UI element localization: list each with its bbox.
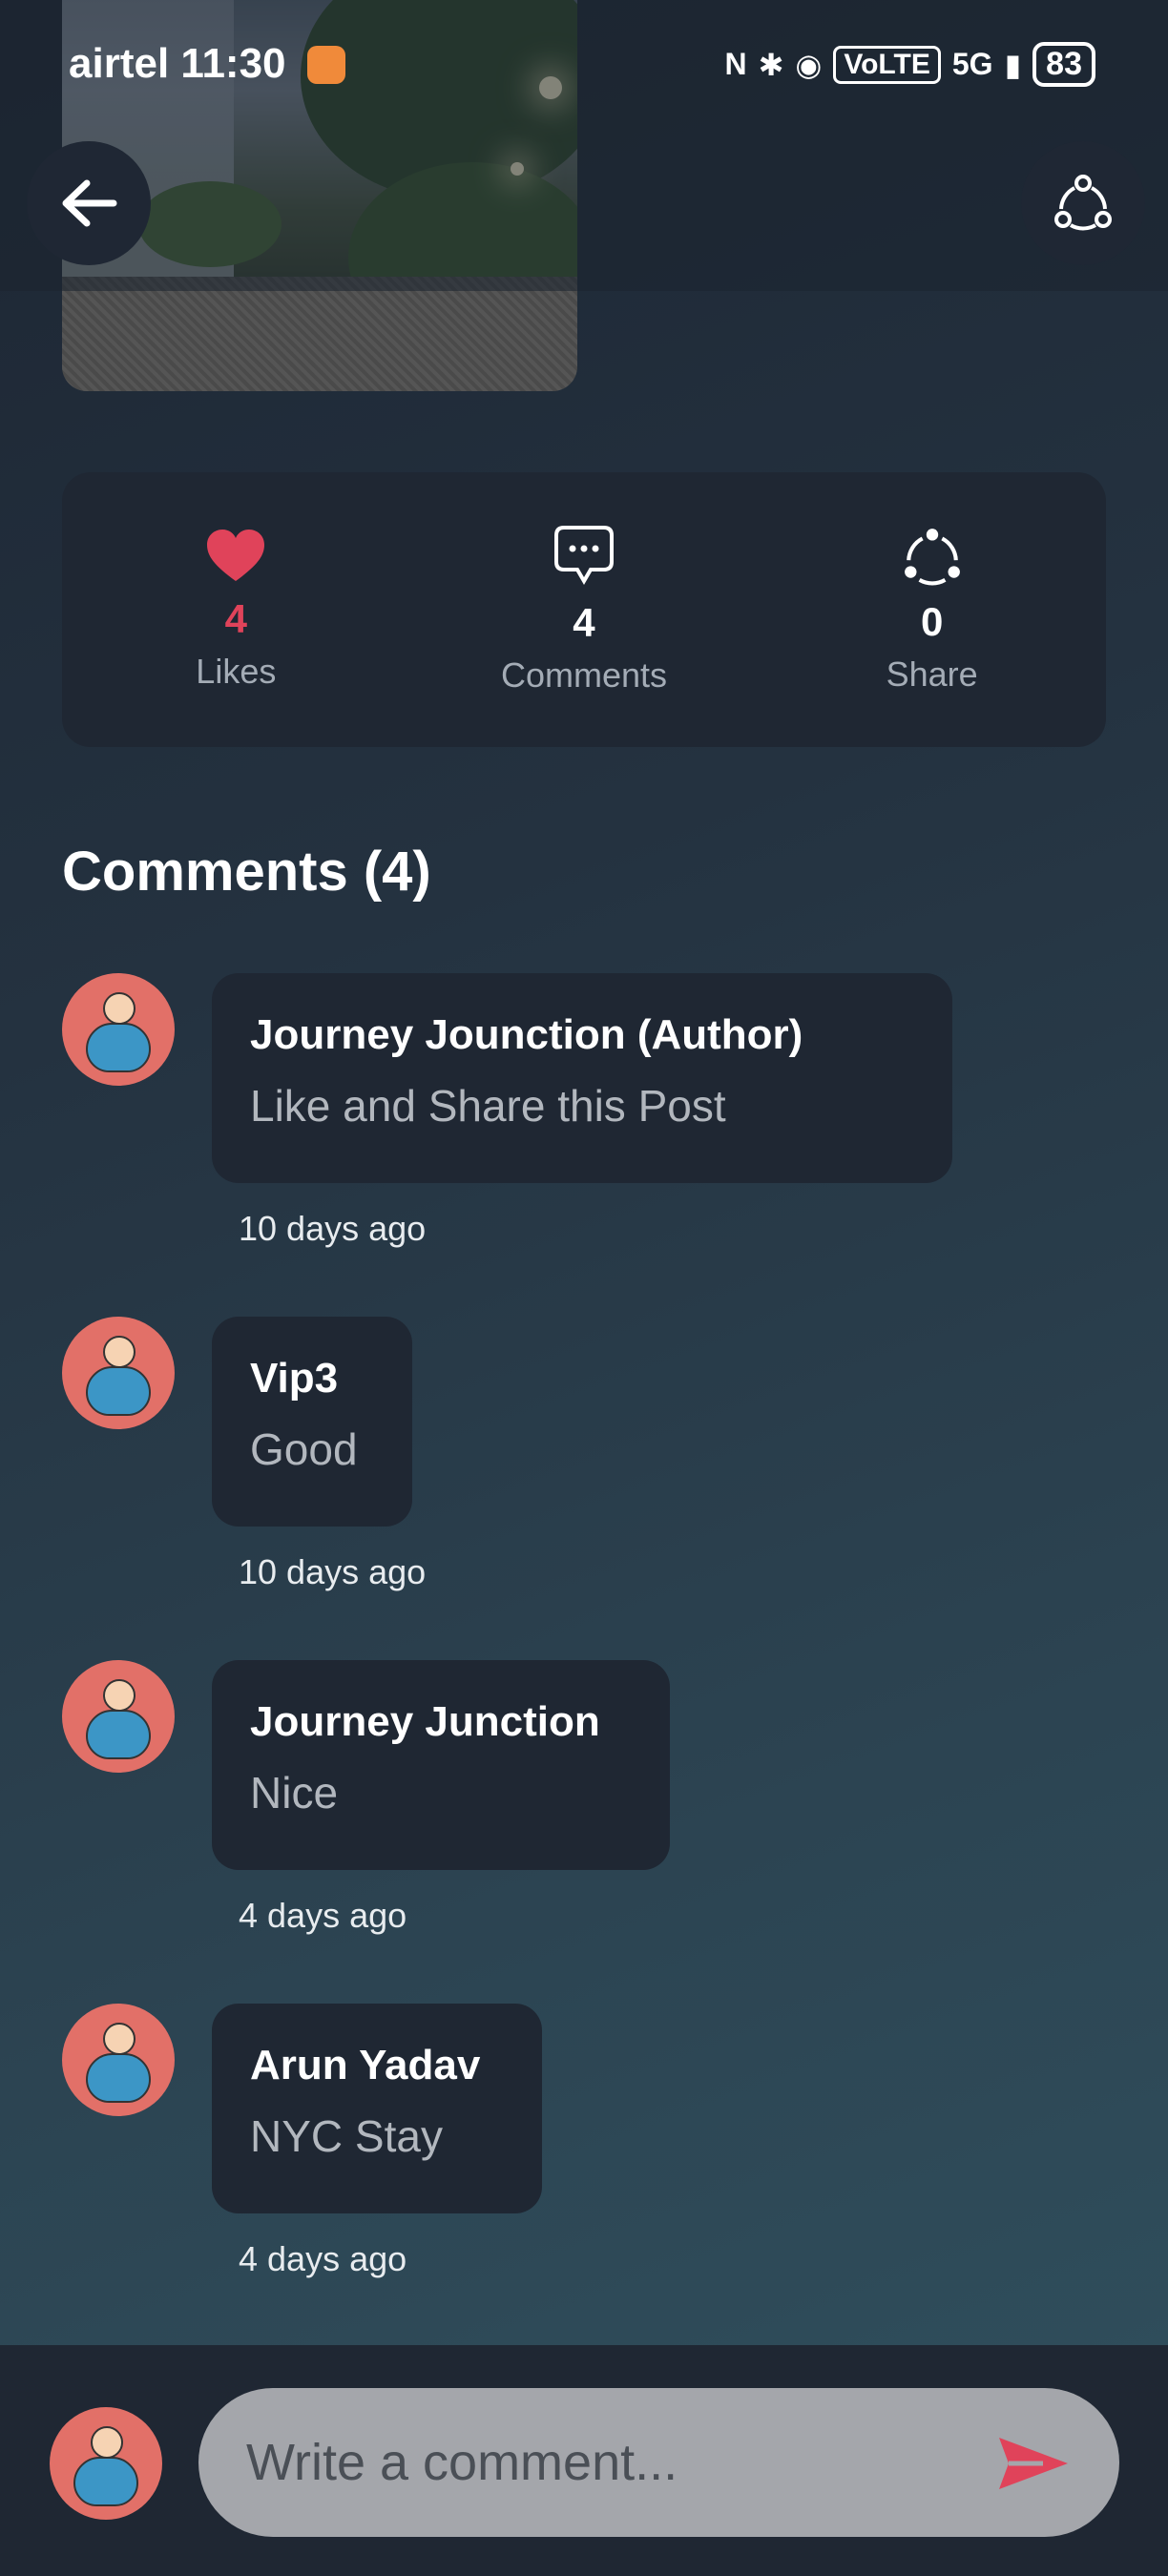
hotspot-icon: ◉ xyxy=(795,47,823,82)
avatar-icon[interactable] xyxy=(62,2004,175,2116)
back-arrow-icon xyxy=(62,179,117,227)
send-icon[interactable] xyxy=(995,2434,1072,2493)
comment-input-wrapper xyxy=(198,2388,1119,2537)
avatar-icon[interactable] xyxy=(62,973,175,1086)
share-icon xyxy=(904,529,960,586)
avatar-icon[interactable] xyxy=(62,1317,175,1429)
comment-item: Arun Yadav NYC Stay 4 days ago xyxy=(62,2004,1112,2290)
comment-text: Nice xyxy=(250,1768,339,1818)
signal-icon: ▮ xyxy=(1004,47,1022,82)
comment-bubble: Journey Jounction (Author) Like and Shar… xyxy=(212,973,952,1183)
volte-icon: VoLTE xyxy=(833,45,941,84)
system-icons: N ✱ ◉ VoLTE 5G ▮ 83 xyxy=(724,42,1095,87)
avatar-icon xyxy=(50,2407,162,2520)
comment-item: Journey Junction Nice 4 days ago xyxy=(62,1660,1112,1946)
comment-bubble: Vip3 Good xyxy=(212,1317,412,1527)
comment-time: 4 days ago xyxy=(239,1896,407,1935)
comments-count: 4 xyxy=(573,600,595,645)
comment-time: 10 days ago xyxy=(239,1552,427,1591)
battery-icon: 83 xyxy=(1032,42,1095,87)
network-icon: 5G xyxy=(951,47,993,81)
comment-time: 4 days ago xyxy=(239,2239,407,2278)
bluetooth-icon: ✱ xyxy=(758,47,784,82)
comment-text: NYC Stay xyxy=(250,2111,443,2161)
status-bar: airtel 11:30 N ✱ ◉ VoLTE 5G ▮ 83 xyxy=(0,0,1168,134)
share-count: 0 xyxy=(920,599,944,644)
nfc-icon: N xyxy=(724,47,747,81)
comment-input[interactable] xyxy=(246,2388,991,2537)
post-stats-card: 4 Likes 4 Comments 0 Share xyxy=(62,472,1106,747)
app-notification-icon xyxy=(307,46,345,84)
share-stat[interactable]: 0 Share xyxy=(789,525,1075,695)
avatar-icon[interactable] xyxy=(62,1660,175,1773)
comment-author[interactable]: Vip3 xyxy=(250,1355,374,1402)
back-button[interactable] xyxy=(27,141,151,265)
comment-icon xyxy=(553,526,614,585)
likes-label: Likes xyxy=(196,652,277,691)
comment-item: Journey Jounction (Author) Like and Shar… xyxy=(62,973,1112,1259)
comment-bubble: Arun Yadav NYC Stay xyxy=(212,2004,542,2213)
comment-author[interactable]: Journey Junction xyxy=(250,1698,632,1746)
comment-bubble: Journey Junction Nice xyxy=(212,1660,670,1870)
comment-text: Like and Share this Post xyxy=(250,1081,726,1131)
comments-stat[interactable]: 4 Comments xyxy=(441,524,727,696)
comment-time: 10 days ago xyxy=(239,1209,427,1248)
comments-label: Comments xyxy=(500,655,667,695)
share-label: Share xyxy=(886,654,978,694)
share-icon xyxy=(1054,175,1112,231)
comment-author[interactable]: Journey Jounction (Author) xyxy=(250,1011,914,1059)
heart-icon xyxy=(207,530,265,581)
likes-stat[interactable]: 4 Likes xyxy=(93,528,379,692)
comment-author[interactable]: Arun Yadav xyxy=(250,2042,504,2089)
likes-count: 4 xyxy=(224,596,247,641)
comment-item: Vip3 Good 10 days ago xyxy=(62,1317,1112,1603)
share-button[interactable] xyxy=(1021,141,1145,265)
carrier-time: airtel 11:30 xyxy=(69,40,286,87)
comment-text: Good xyxy=(250,1424,358,1474)
comments-title: Comments (4) xyxy=(62,841,431,903)
